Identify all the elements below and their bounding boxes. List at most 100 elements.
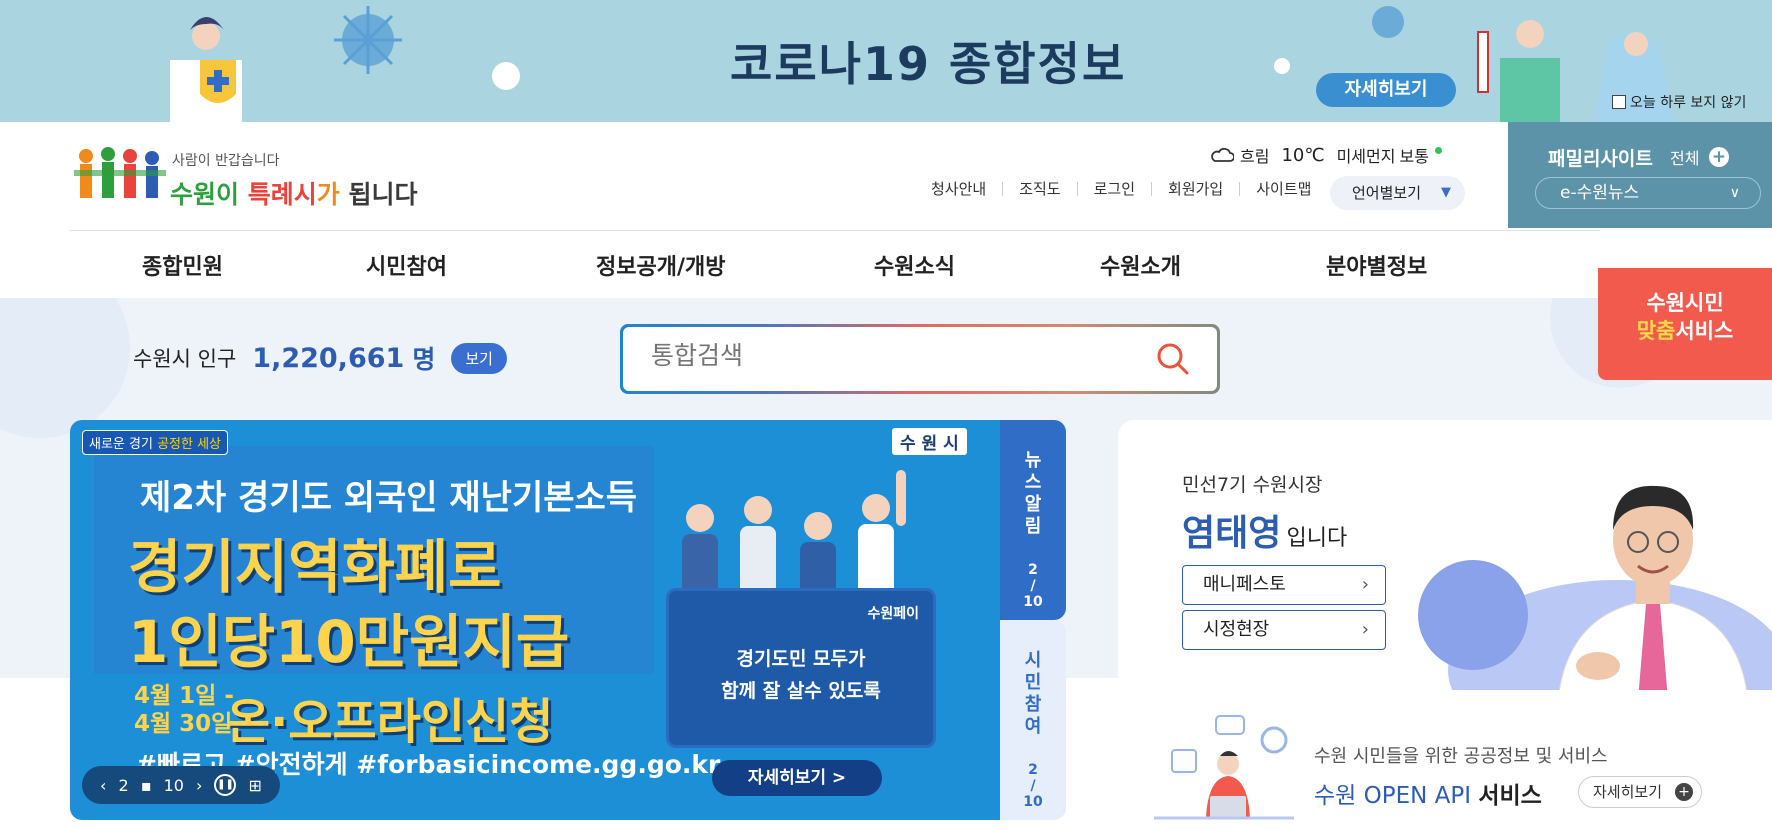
tab-citizen-char: 시 bbox=[1024, 650, 1042, 671]
family-site-label: 패밀리사이트 bbox=[1548, 148, 1653, 170]
util-nav-org-chart[interactable]: 조직도 bbox=[1003, 182, 1078, 197]
main-nav: 종합민원 시민참여 정보공개/개방 수원소식 수원소개 분야별정보 bbox=[70, 230, 1600, 296]
no-show-today-toggle[interactable]: 오늘 하루 보지 않기 bbox=[1612, 92, 1746, 112]
banner-more-button[interactable]: 자세히보기 > bbox=[712, 760, 882, 796]
nav-info-disclosure[interactable]: 정보공개/개방 bbox=[596, 249, 725, 281]
people-illustration bbox=[682, 470, 906, 600]
chevron-down-icon: ▼ bbox=[1441, 185, 1451, 200]
mayor-name-suffix: 입니다 bbox=[1286, 526, 1348, 551]
tab-citizen-participation[interactable]: 시 민 참 여 2 / 10 bbox=[1000, 620, 1066, 820]
tab-news-slash: / bbox=[1030, 578, 1036, 594]
tab-citizen-current: 2 bbox=[1028, 762, 1038, 778]
tab-citizen-char: 여 bbox=[1024, 716, 1042, 737]
citizen-service-line1: 수원시민 bbox=[1646, 291, 1724, 315]
fine-dust-label: 미세먼지 bbox=[1336, 147, 1396, 166]
tab-news-total: 10 bbox=[1023, 594, 1043, 610]
banner-headline-1: 경기지역화폐로 bbox=[128, 533, 502, 601]
nav-field-info[interactable]: 분야별정보 bbox=[1326, 249, 1427, 281]
banner-subtitle: 제2차 경기도 외국인 재난기본소득 bbox=[140, 478, 638, 518]
fine-dust-status-dot bbox=[1434, 146, 1442, 154]
logo-text-part4: 됩니다 bbox=[339, 180, 418, 209]
logo-text-part2: 특례시 bbox=[247, 180, 317, 209]
banner-headline-2: 1인당10만원지급 bbox=[128, 608, 570, 676]
tab-citizen-total: 10 bbox=[1023, 794, 1043, 810]
open-api-title-dark: 서비스 bbox=[1478, 783, 1542, 809]
main-banner-slide[interactable]: 새로운 경기 공정한 세상 수 원 시 제2차 경기도 외국인 재난기본소득 경… bbox=[70, 420, 1000, 820]
cloud-icon bbox=[1211, 147, 1234, 162]
chevron-left-icon[interactable]: ‹ bbox=[100, 776, 106, 795]
slide-controls: ‹ 2 ▪ 10 › ❚❚ ⊞ bbox=[82, 766, 280, 804]
banner-date-line2: 4월 30일 bbox=[134, 711, 233, 737]
mayor-photo bbox=[1558, 485, 1748, 690]
citizen-service-rest: 서비스 bbox=[1675, 319, 1734, 343]
nav-suwon-news[interactable]: 수원소식 bbox=[874, 249, 955, 281]
plus-icon[interactable]: + bbox=[1709, 147, 1729, 167]
chevron-down-icon: ∨ bbox=[1729, 185, 1740, 201]
mayor-card: 민선7기 수원시장 염태영 입니다 매니페스토 › 시정현장 › bbox=[1118, 420, 1772, 690]
city-field-label: 시정현장 bbox=[1203, 619, 1270, 640]
tab-citizen-slash: / bbox=[1030, 778, 1036, 794]
family-site-selected: e-수원뉴스 bbox=[1560, 183, 1640, 203]
open-api-title[interactable]: 수원 OPEN API 서비스 bbox=[1314, 776, 1542, 810]
util-nav-signup[interactable]: 회원가입 bbox=[1152, 182, 1241, 197]
citizen-service-highlight: 맞춤 bbox=[1636, 319, 1676, 343]
mayor-name: 염태영 bbox=[1182, 513, 1282, 554]
util-nav-login[interactable]: 로그인 bbox=[1078, 182, 1153, 197]
nav-suwon-intro[interactable]: 수원소개 bbox=[1100, 249, 1181, 281]
open-api-subtitle: 수원 시민들을 위한 공공정보 및 서비스 bbox=[1314, 746, 1608, 767]
population-unit: 명 bbox=[412, 345, 436, 374]
card-text-line1: 경기도민 모두가 bbox=[736, 648, 866, 670]
no-show-today-checkbox[interactable] bbox=[1612, 95, 1626, 109]
tab-news[interactable]: 뉴 스 알 림 2 / 10 bbox=[1000, 420, 1066, 620]
suwon-pay-card: 수원페이 경기도민 모두가 함께 잘 살수 있도록 bbox=[666, 588, 936, 748]
search-box bbox=[620, 324, 1220, 394]
util-nav-building-info[interactable]: 청사안내 bbox=[915, 182, 1004, 197]
logo-tagline: 사람이 반갑습니다 bbox=[172, 153, 280, 169]
logo-icon[interactable] bbox=[70, 140, 170, 206]
citizen-custom-service-button[interactable]: 수원시민 맞춤서비스 bbox=[1598, 268, 1772, 380]
language-select[interactable]: 언어별보기 ▼ bbox=[1330, 176, 1465, 210]
tab-news-char: 림 bbox=[1024, 516, 1042, 537]
language-select-label: 언어별보기 bbox=[1352, 184, 1422, 202]
citizen-service-line2: 맞춤서비스 bbox=[1598, 317, 1772, 345]
util-nav: 청사안내 조직도 로그인 회원가입 사이트맵 bbox=[915, 182, 1327, 197]
banner-detail-button[interactable]: 자세히보기 bbox=[1316, 73, 1456, 107]
search-box-inner bbox=[623, 327, 1217, 391]
search-icon[interactable] bbox=[1155, 341, 1191, 377]
tab-citizen-char: 민 bbox=[1024, 672, 1042, 693]
city-field-button[interactable]: 시정현장 › bbox=[1182, 610, 1386, 650]
population-widget: 수원시 인구 1,220,661 명 보기 bbox=[133, 340, 507, 376]
banner-date: 4월 1일 - 4월 30일 bbox=[134, 682, 234, 738]
nav-citizen-participation[interactable]: 시민참여 bbox=[366, 249, 447, 281]
util-nav-sitemap[interactable]: 사이트맵 bbox=[1240, 182, 1327, 197]
banner-title: 코로나19 종합정보 bbox=[730, 37, 1127, 91]
tab-news-char: 스 bbox=[1024, 472, 1042, 493]
manifesto-label: 매니페스토 bbox=[1203, 574, 1286, 595]
weather-widget: 흐림 10℃ 미세먼지 보통 bbox=[1210, 143, 1442, 167]
logo-text-part3: 가 bbox=[316, 180, 340, 209]
family-site-select[interactable]: e-수원뉴스 ∨ bbox=[1535, 177, 1761, 209]
pause-icon[interactable]: ❚❚ bbox=[214, 774, 237, 796]
open-api-more-button[interactable]: 자세히보기 + bbox=[1578, 776, 1702, 808]
covid-banner[interactable]: 코로나19 종합정보 자세히보기 오늘 하루 보지 않기 bbox=[0, 0, 1772, 122]
search-input[interactable] bbox=[651, 341, 1101, 370]
card-brand: 수원페이 bbox=[867, 606, 919, 622]
population-label: 수원시 인구 bbox=[133, 347, 237, 371]
manifesto-button[interactable]: 매니페스토 › bbox=[1182, 565, 1386, 605]
banner-tag-part1: 새로운 경기 bbox=[89, 437, 153, 452]
grid-icon[interactable]: ⊞ bbox=[249, 776, 262, 795]
population-view-button[interactable]: 보기 bbox=[451, 342, 507, 374]
family-site-all-link[interactable]: 전체 bbox=[1670, 145, 1699, 169]
open-api-section: 수원 시민들을 위한 공공정보 및 서비스 수원 OPEN API 서비스 자세… bbox=[1118, 700, 1772, 830]
nav-civil-service[interactable]: 종합민원 bbox=[142, 249, 223, 281]
tab-citizen-char: 참 bbox=[1024, 694, 1042, 715]
population-value: 1,220,661 bbox=[252, 342, 405, 374]
chevron-right-icon: › bbox=[1361, 619, 1369, 640]
weather-temperature: 10℃ bbox=[1281, 144, 1325, 166]
tab-news-char: 뉴 bbox=[1024, 450, 1042, 471]
mayor-name-line: 염태영 입니다 bbox=[1182, 504, 1347, 556]
banner-apply-text: 온·오프라인신청 bbox=[226, 694, 554, 750]
tab-news-char: 알 bbox=[1024, 494, 1042, 515]
chevron-right-icon[interactable]: › bbox=[196, 776, 202, 795]
logo-text[interactable]: 수원이 특례시가 됩니다 bbox=[170, 175, 417, 211]
